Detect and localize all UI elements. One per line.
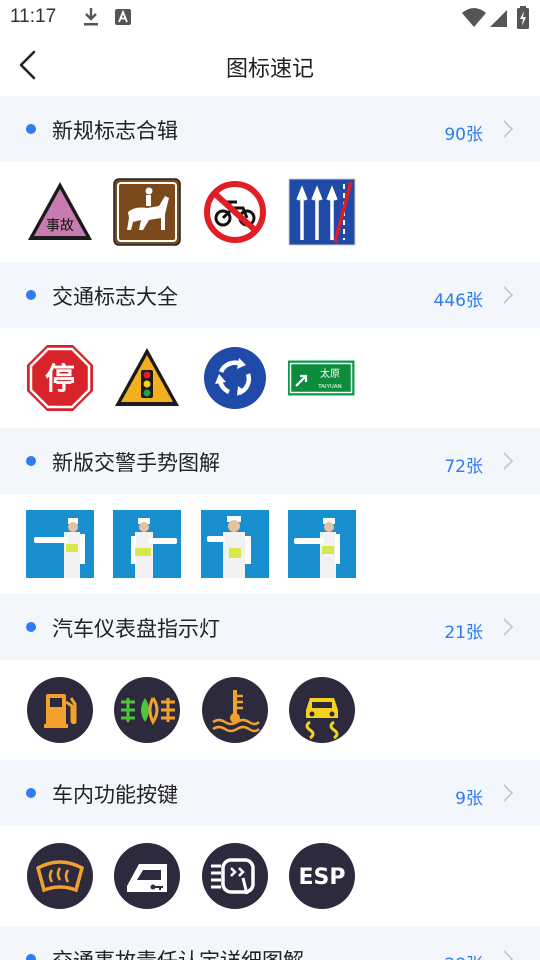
traction-control-icon[interactable] — [288, 676, 356, 744]
status-bar: 11:17 — [0, 0, 540, 36]
section-count: 446张 — [433, 291, 483, 311]
no-motorcycle-sign-icon[interactable] — [201, 178, 269, 246]
section-title: 交通事故责任认定详细图解 — [52, 945, 304, 960]
chevron-right-icon — [503, 950, 514, 960]
section-title: 汽车仪表盘指示灯 — [52, 617, 220, 641]
section-bullet-dot — [26, 124, 36, 134]
section-count: 21张 — [444, 623, 483, 643]
police-gesture-turn-left-icon[interactable] — [288, 510, 356, 578]
section-icons-traffic-signs: 停 太原 TAIYUAN — [0, 328, 540, 428]
battery-charging-icon — [517, 6, 529, 29]
chevron-right-icon — [503, 120, 514, 138]
fog-light-icon[interactable] — [113, 676, 181, 744]
guide-sign-taiyuan-icon[interactable]: 太原 TAIYUAN — [288, 344, 356, 412]
section-title: 车内功能按键 — [52, 783, 178, 807]
section-icons-dashboard-lights — [0, 660, 540, 760]
section-bullet-dot — [26, 456, 36, 466]
roundabout-sign-icon[interactable] — [201, 344, 269, 412]
section-bullet-dot — [26, 622, 36, 632]
fuel-pump-icon[interactable] — [26, 676, 94, 744]
chevron-right-icon — [503, 784, 514, 802]
accident-sign-text: 事故 — [46, 218, 74, 234]
section-bullet-dot — [26, 788, 36, 798]
font-a-icon — [115, 9, 131, 25]
traffic-light-warning-sign-icon[interactable] — [113, 344, 181, 412]
police-gesture-stop-left-icon[interactable] — [26, 510, 94, 578]
section-count: 72张 — [444, 457, 483, 477]
rear-defrost-icon[interactable] — [201, 842, 269, 910]
coolant-temperature-icon[interactable] — [201, 676, 269, 744]
guide-sign-text-cn: 太原 — [320, 367, 340, 380]
police-gesture-slow-down-icon[interactable] — [201, 510, 269, 578]
section-count: 90张 — [444, 125, 483, 145]
chevron-right-icon — [503, 286, 514, 304]
section-icons-police-gestures — [0, 494, 540, 594]
section-header-accident-liability[interactable]: 交通事故责任认定详细图解 28张 — [0, 926, 540, 960]
section-icons-new-rules-signs: 事故 — [0, 162, 540, 262]
cellular-signal-icon — [490, 10, 507, 27]
status-time: 11:17 — [10, 6, 57, 27]
child-lock-door-icon[interactable] — [113, 842, 181, 910]
stop-sign-icon[interactable]: 停 — [26, 344, 94, 412]
esp-button-icon[interactable]: ESP — [288, 842, 356, 910]
section-title: 交通标志大全 — [52, 285, 178, 309]
section-icons-car-function-buttons: ESP — [0, 826, 540, 926]
windshield-defrost-icon[interactable] — [26, 842, 94, 910]
chevron-right-icon — [503, 452, 514, 470]
equestrian-sign-icon[interactable] — [113, 178, 181, 246]
section-header-car-function-buttons[interactable]: 车内功能按键 9张 — [0, 760, 540, 826]
esp-text: ESP — [299, 865, 346, 890]
section-bullet-dot — [26, 954, 36, 960]
police-gesture-go-right-icon[interactable] — [113, 510, 181, 578]
accident-warning-sign-icon[interactable]: 事故 — [26, 178, 94, 246]
section-header-police-gestures[interactable]: 新版交警手势图解 72张 — [0, 428, 540, 494]
section-header-new-rules-signs[interactable]: 新规标志合辑 90张 — [0, 96, 540, 162]
title-bar: 图标速记 — [0, 36, 540, 95]
section-title: 新规标志合辑 — [52, 119, 178, 143]
section-header-traffic-signs[interactable]: 交通标志大全 446张 — [0, 262, 540, 328]
lane-direction-sign-icon[interactable] — [288, 178, 356, 246]
stop-sign-text: 停 — [45, 362, 75, 397]
section-count: 9张 — [455, 789, 483, 809]
guide-sign-text-en: TAIYUAN — [317, 384, 342, 390]
chevron-right-icon — [503, 618, 514, 636]
section-title: 新版交警手势图解 — [52, 451, 220, 475]
wifi-icon — [462, 8, 486, 27]
section-bullet-dot — [26, 290, 36, 300]
download-icon — [84, 8, 98, 26]
section-count: 28张 — [444, 950, 483, 960]
section-header-dashboard-lights[interactable]: 汽车仪表盘指示灯 21张 — [0, 594, 540, 660]
page-title: 图标速记 — [225, 57, 314, 82]
